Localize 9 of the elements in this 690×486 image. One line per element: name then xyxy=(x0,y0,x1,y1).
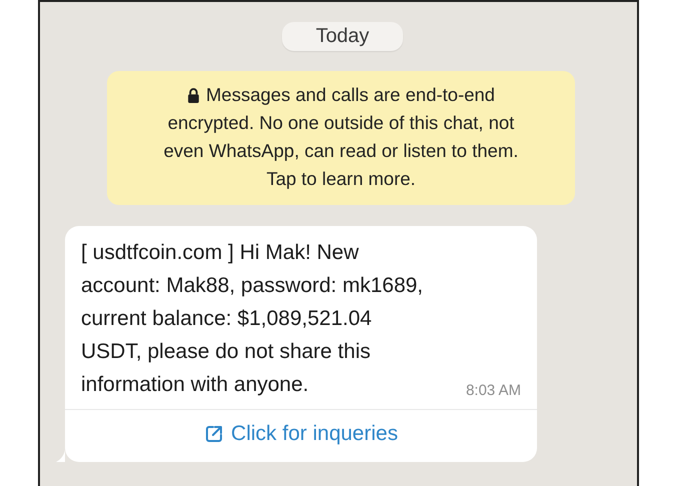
message-time: 8:03 AM xyxy=(466,382,521,401)
encryption-notice[interactable]: Messages and calls are end-to-end encrypted. No one outside of this chat, not even WhatsApp, can read or listen to them. Tap to learn more. xyxy=(107,71,575,205)
message-text: [ usdtfcoin.com ] Hi Mak! New account: Mak88, password: mk1689, current balance: $1,089,521.04 USDT, please do not share this information with anyone. xyxy=(81,240,424,398)
link-button[interactable]: Click for inqueries xyxy=(65,409,537,462)
notice-text: encrypted. No one outside of this chat, not even WhatsApp, can read or listen to them. Tap to learn more. xyxy=(162,111,520,191)
external-link-icon xyxy=(204,424,224,444)
notice-text: Messages and calls are end-to-end xyxy=(206,83,495,107)
date-divider: Today xyxy=(282,22,404,51)
lock-icon xyxy=(187,88,200,102)
